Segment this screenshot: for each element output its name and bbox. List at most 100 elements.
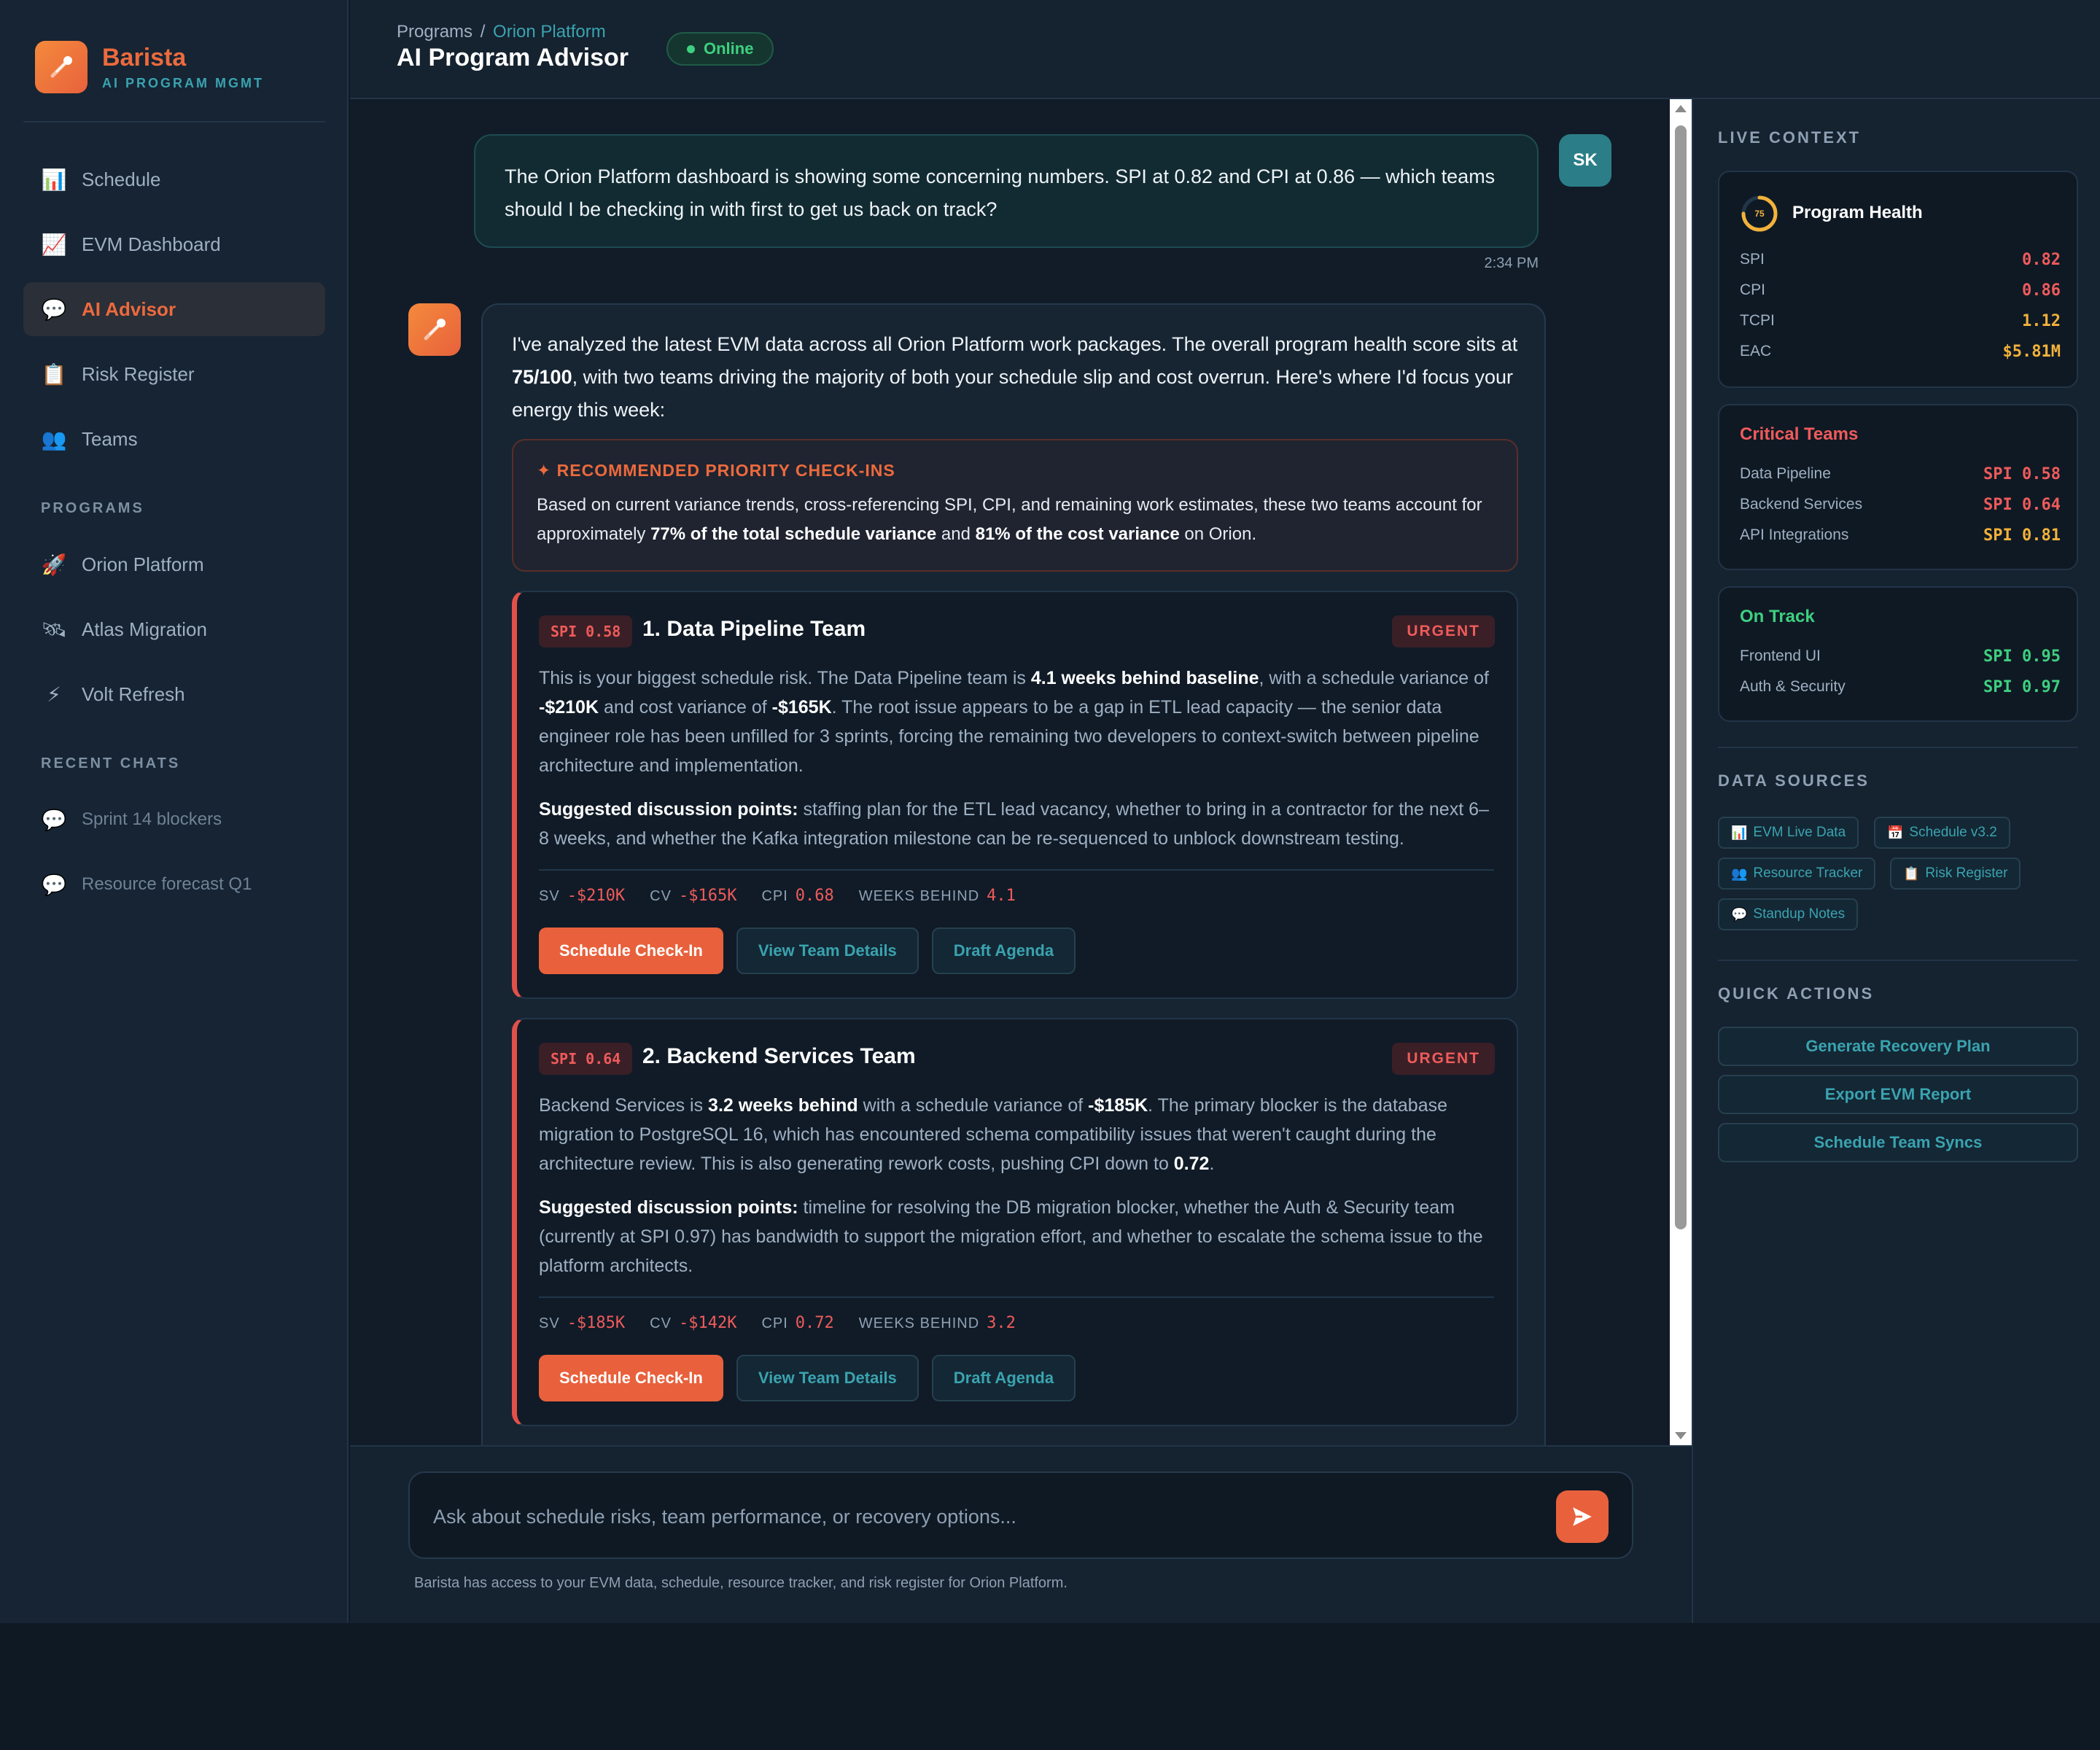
- data-source-evm-live-data[interactable]: 📊 EVM Live Data: [1718, 817, 1859, 849]
- sidebar-item-label: Risk Register: [82, 362, 195, 385]
- lightning-icon: ⚡: [47, 682, 61, 706]
- on-track-row-auth-security: Auth & Security SPI 0.97: [1740, 677, 2061, 696]
- schedule-team-syncs-button[interactable]: Schedule Team Syncs: [1718, 1123, 2078, 1162]
- team-actions: Schedule Check-In View Team Details Draf…: [539, 1355, 1089, 1401]
- view-team-details-button[interactable]: View Team Details: [736, 1355, 919, 1401]
- sidebar-item-label: Schedule: [82, 168, 161, 190]
- on-track-title: On Track: [1740, 607, 1815, 626]
- data-source-resource-tracker[interactable]: 👥 Resource Tracker: [1718, 858, 1876, 890]
- user-avatar: SK: [1559, 134, 1611, 187]
- card-divider: [539, 1296, 1494, 1298]
- sidebar-item-evm-dashboard[interactable]: 📈 EVM Dashboard: [23, 217, 325, 271]
- rocket-icon: 🚀: [41, 553, 67, 576]
- generate-recovery-plan-button[interactable]: Generate Recovery Plan: [1718, 1027, 2078, 1066]
- health-score-ring-icon: 75: [1741, 195, 1778, 232]
- context-panel: LIVE CONTEXT 75 Program Health SPI 0.82 C…: [1692, 99, 2100, 1623]
- card-divider: [539, 869, 1494, 871]
- chat-bubble-icon: 💬: [41, 873, 67, 896]
- scrollbar-thumb[interactable]: [1675, 125, 1687, 1229]
- composer-box: [408, 1471, 1633, 1559]
- comet-logo-icon: [35, 41, 88, 93]
- draft-agenda-button[interactable]: Draft Agenda: [931, 928, 1076, 974]
- team-card-data-pipeline: SPI 0.58 1. Data Pipeline Team URGENT Th…: [512, 591, 1518, 999]
- data-source-risk-register[interactable]: 📋 Risk Register: [1890, 858, 2021, 890]
- critical-teams-card: Critical Teams Data Pipeline SPI 0.58 Bac…: [1718, 404, 2078, 570]
- page-title: AI Program Advisor: [397, 44, 629, 71]
- chat-thread[interactable]: The Orion Platform dashboard is showing …: [350, 99, 1670, 1445]
- send-button[interactable]: [1556, 1490, 1609, 1543]
- health-row-tcpi: TCPI 1.12: [1740, 311, 2061, 330]
- chat-bubble-icon: 💬: [1731, 906, 1748, 922]
- metric-weeks-behind: WEEKS BEHIND 4.1: [858, 887, 1016, 905]
- user-message: The Orion Platform dashboard is showing …: [474, 134, 1539, 248]
- discussion-points: Suggested discussion points: timeline fo…: [539, 1197, 1483, 1276]
- urgency-badge: URGENT: [1392, 1043, 1495, 1075]
- breadcrumb-separator: /: [480, 22, 486, 42]
- team-actions: Schedule Check-In View Team Details Draf…: [539, 928, 1089, 974]
- scroll-down-arrow-icon[interactable]: [1675, 1432, 1687, 1439]
- status-label: Online: [704, 39, 754, 58]
- composer: Barista has access to your EVM data, sch…: [350, 1445, 1692, 1623]
- metric-cv: CV -$165K: [650, 887, 737, 905]
- sidebar-item-risk-register[interactable]: 📋 Risk Register: [23, 347, 325, 401]
- brand-name: Barista: [102, 44, 187, 71]
- team-description: This is your biggest schedule risk. The …: [539, 668, 1489, 776]
- trend-chart-icon: 📈: [41, 233, 67, 256]
- metric-sv: SV -$185K: [539, 1314, 626, 1332]
- critical-row-api-integrations: API Integrations SPI 0.81: [1740, 526, 2061, 545]
- team-metrics: SV -$210K CV -$165K CPI 0.68 WEEKS BEHIND 4.…: [539, 887, 1041, 905]
- assistant-message: I've analyzed the latest EVM data across…: [481, 303, 1546, 1445]
- view-team-details-button[interactable]: View Team Details: [736, 928, 919, 974]
- live-context-heading: LIVE CONTEXT: [1718, 128, 1862, 147]
- scroll-up-arrow-icon[interactable]: [1675, 105, 1687, 112]
- data-source-standup-notes[interactable]: 💬 Standup Notes: [1718, 898, 1859, 930]
- schedule-check-in-button[interactable]: Schedule Check-In: [539, 1355, 723, 1401]
- recommendation-callout: ✦ RECOMMENDED PRIORITY CHECK-INS Based o…: [512, 439, 1518, 572]
- assistant-avatar: [408, 303, 461, 356]
- chat-bubble-icon: 💬: [41, 298, 67, 321]
- on-track-card: On Track Frontend UI SPI 0.95 Auth & Secu…: [1718, 586, 2078, 722]
- chat-bubble-icon: 💬: [41, 808, 67, 831]
- sidebar-item-teams[interactable]: 👥 Teams: [23, 412, 325, 466]
- team-card-backend-services: SPI 0.64 2. Backend Services Team URGENT…: [512, 1018, 1518, 1426]
- composer-note: Barista has access to your EVM data, sch…: [414, 1575, 1068, 1591]
- people-icon: 👥: [41, 427, 67, 451]
- sidebar-item-schedule[interactable]: 📊 Schedule: [23, 152, 325, 206]
- sidebar-item-volt-refresh[interactable]: ⚡ Volt Refresh: [23, 667, 325, 721]
- brand[interactable]: Barista AI PROGRAM MGMT: [35, 41, 327, 93]
- recommendation-title: ✦ RECOMMENDED PRIORITY CHECK-INS: [537, 461, 895, 480]
- recent-chat-label: Resource forecast Q1: [82, 874, 252, 894]
- data-source-schedule[interactable]: 📅 Schedule v3.2: [1874, 817, 2010, 849]
- bar-chart-icon: 📊: [41, 168, 67, 191]
- chat-scrollbar[interactable]: [1670, 99, 1692, 1445]
- export-evm-report-button[interactable]: Export EVM Report: [1718, 1075, 2078, 1114]
- metric-cv: CV -$142K: [650, 1314, 737, 1332]
- sidebar-item-label: Teams: [82, 427, 138, 450]
- breadcrumb-root[interactable]: Programs: [397, 22, 472, 42]
- status-badge: Online: [666, 32, 774, 66]
- on-track-row-frontend-ui: Frontend UI SPI 0.95: [1740, 647, 2061, 666]
- program-health-title: Program Health: [1792, 203, 1923, 222]
- sidebar-divider: [23, 121, 325, 122]
- assistant-intro: I've analyzed the latest EVM data across…: [512, 333, 1518, 421]
- bar-chart-icon: 📊: [1731, 825, 1748, 840]
- recent-chat-resource-forecast[interactable]: 💬 Resource forecast Q1: [23, 858, 325, 911]
- sidebar-item-atlas-migration[interactable]: 🛰 Atlas Migration: [23, 602, 325, 656]
- metric-cpi: CPI 0.72: [761, 1314, 834, 1332]
- recommendation-body: Based on current variance trends, cross-…: [537, 495, 1482, 544]
- breadcrumb-current[interactable]: Orion Platform: [493, 22, 606, 42]
- sidebar-item-orion-platform[interactable]: 🚀 Orion Platform: [23, 537, 325, 591]
- draft-agenda-button[interactable]: Draft Agenda: [931, 1355, 1076, 1401]
- health-score-value: 75: [1754, 209, 1765, 219]
- spi-badge: SPI 0.58: [539, 615, 633, 648]
- sidebar-item-ai-advisor[interactable]: 💬 AI Advisor: [23, 282, 325, 336]
- recent-chat-sprint-14[interactable]: 💬 Sprint 14 blockers: [23, 793, 325, 847]
- sidebar-item-label: Volt Refresh: [82, 682, 185, 705]
- comet-logo-icon: [424, 319, 446, 341]
- schedule-check-in-button[interactable]: Schedule Check-In: [539, 928, 723, 974]
- chat-input[interactable]: [433, 1495, 1541, 1539]
- team-title: 2. Backend Services Team: [642, 1044, 916, 1068]
- sidebar-item-label: Atlas Migration: [82, 618, 207, 640]
- quick-actions-heading: QUICK ACTIONS: [1718, 984, 1875, 1003]
- panel-divider: [1718, 747, 2078, 748]
